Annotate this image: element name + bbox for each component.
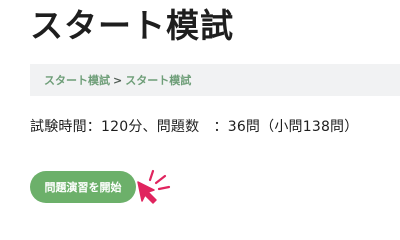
breadcrumb: スタート模試 > スタート模試	[30, 64, 400, 96]
page-title: スタート模試	[30, 6, 234, 45]
breadcrumb-item-current[interactable]: スタート模試	[125, 72, 191, 88]
breadcrumb-item-exam[interactable]: スタート模試	[44, 72, 110, 88]
exam-info-text: 試験時間：120分、問題数 ：36問（小問138問）	[30, 119, 359, 135]
breadcrumb-separator: >	[113, 73, 123, 87]
start-exercise-button[interactable]: 問題演習を開始	[30, 171, 136, 203]
page: スタート模試 スタート模試 > スタート模試 試験時間：120分、問題数 ：36…	[0, 0, 400, 222]
click-pointer-icon	[137, 169, 171, 204]
